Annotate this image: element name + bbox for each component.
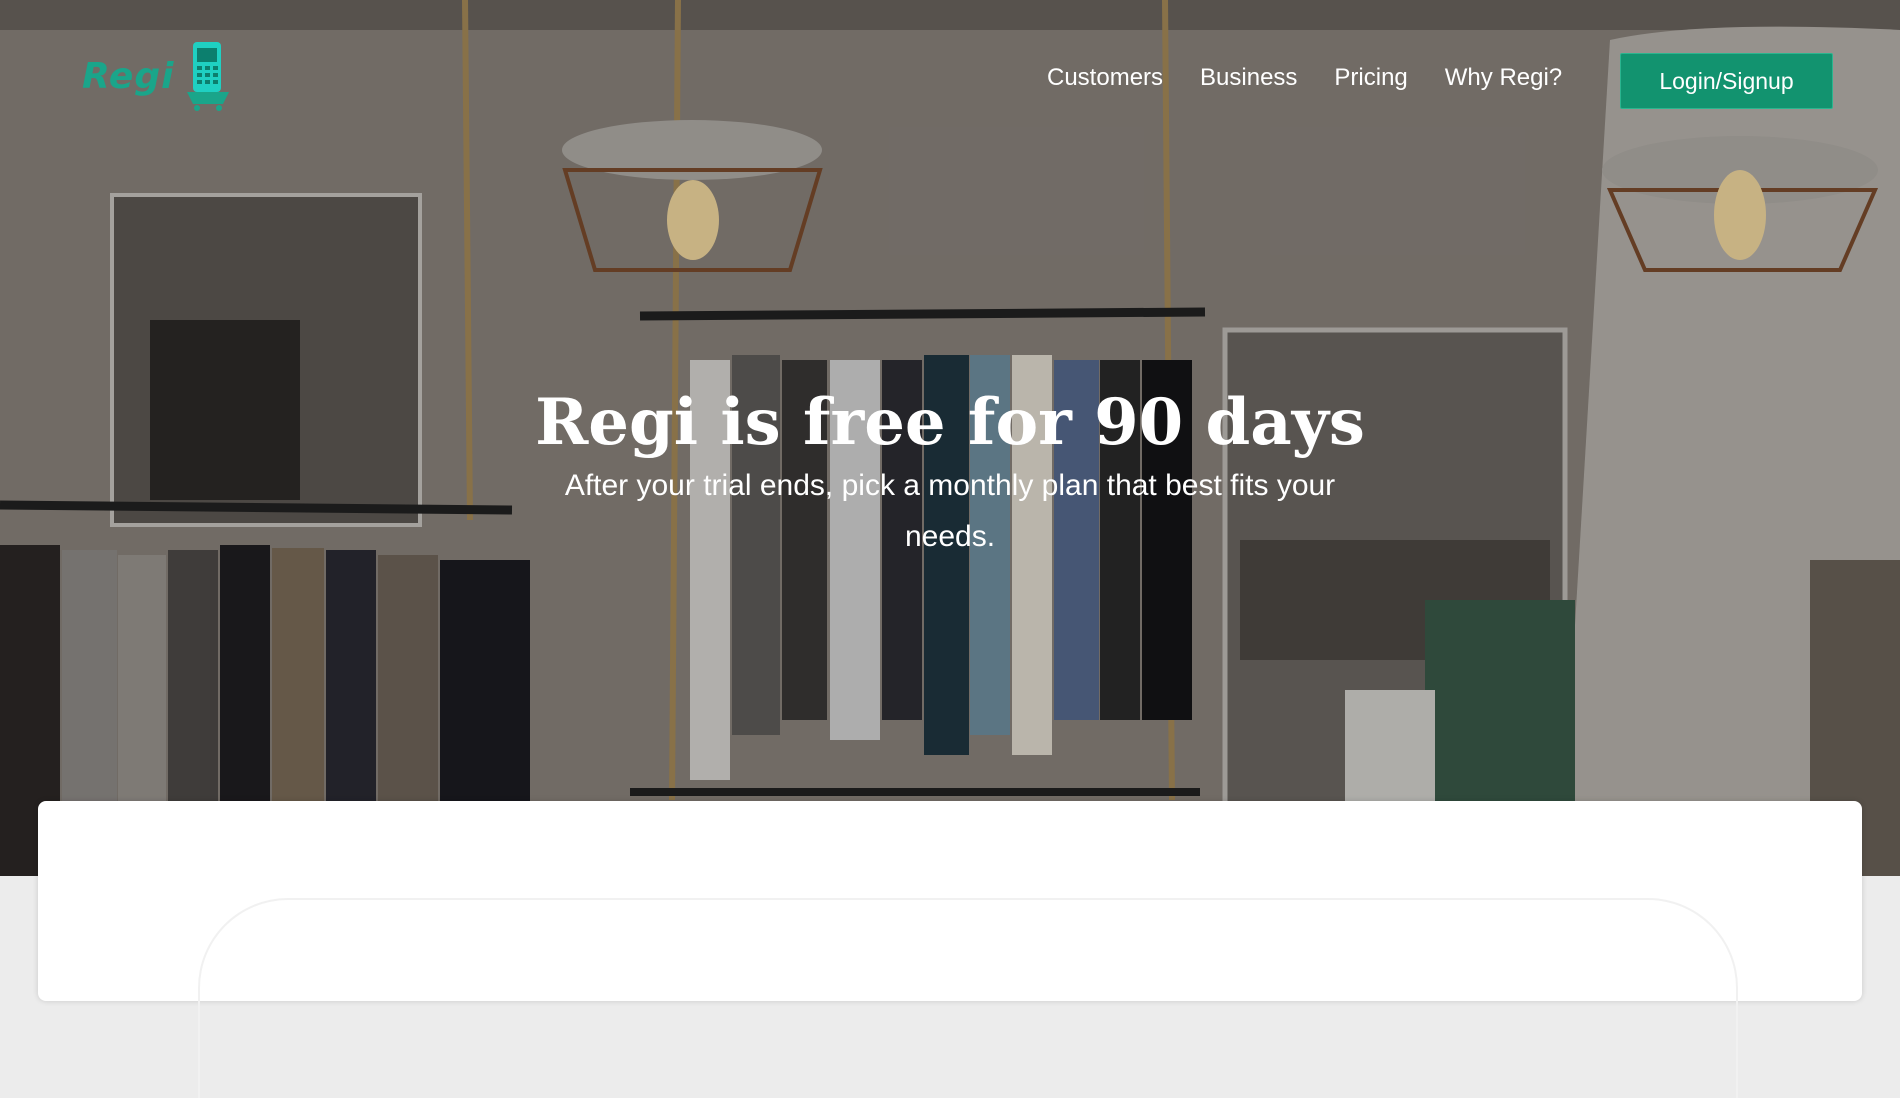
pricing-card: [38, 801, 1862, 1098]
hero-subtext: After your trial ends, pick a monthly pl…: [564, 469, 1336, 553]
regi-logo[interactable]: Regi: [82, 40, 232, 114]
nav-pricing[interactable]: Pricing: [1334, 64, 1407, 92]
phone-icon: [187, 42, 229, 111]
main-nav: Customers Business Pricing Why Regi?: [1047, 64, 1599, 92]
hero-headline: Regi is free for 90 days: [535, 384, 1365, 460]
logo-text: Regi: [82, 56, 175, 97]
hero-section: Regi Customers Business Pricing Why Regi…: [0, 0, 1900, 876]
nav-customers[interactable]: Customers: [1047, 64, 1163, 92]
nav-why-regi[interactable]: Why Regi?: [1445, 64, 1562, 92]
nav-business[interactable]: Business: [1200, 64, 1297, 92]
pricing-card-inner-panel: [198, 898, 1738, 1098]
login-signup-button[interactable]: Login/Signup: [1620, 53, 1833, 109]
